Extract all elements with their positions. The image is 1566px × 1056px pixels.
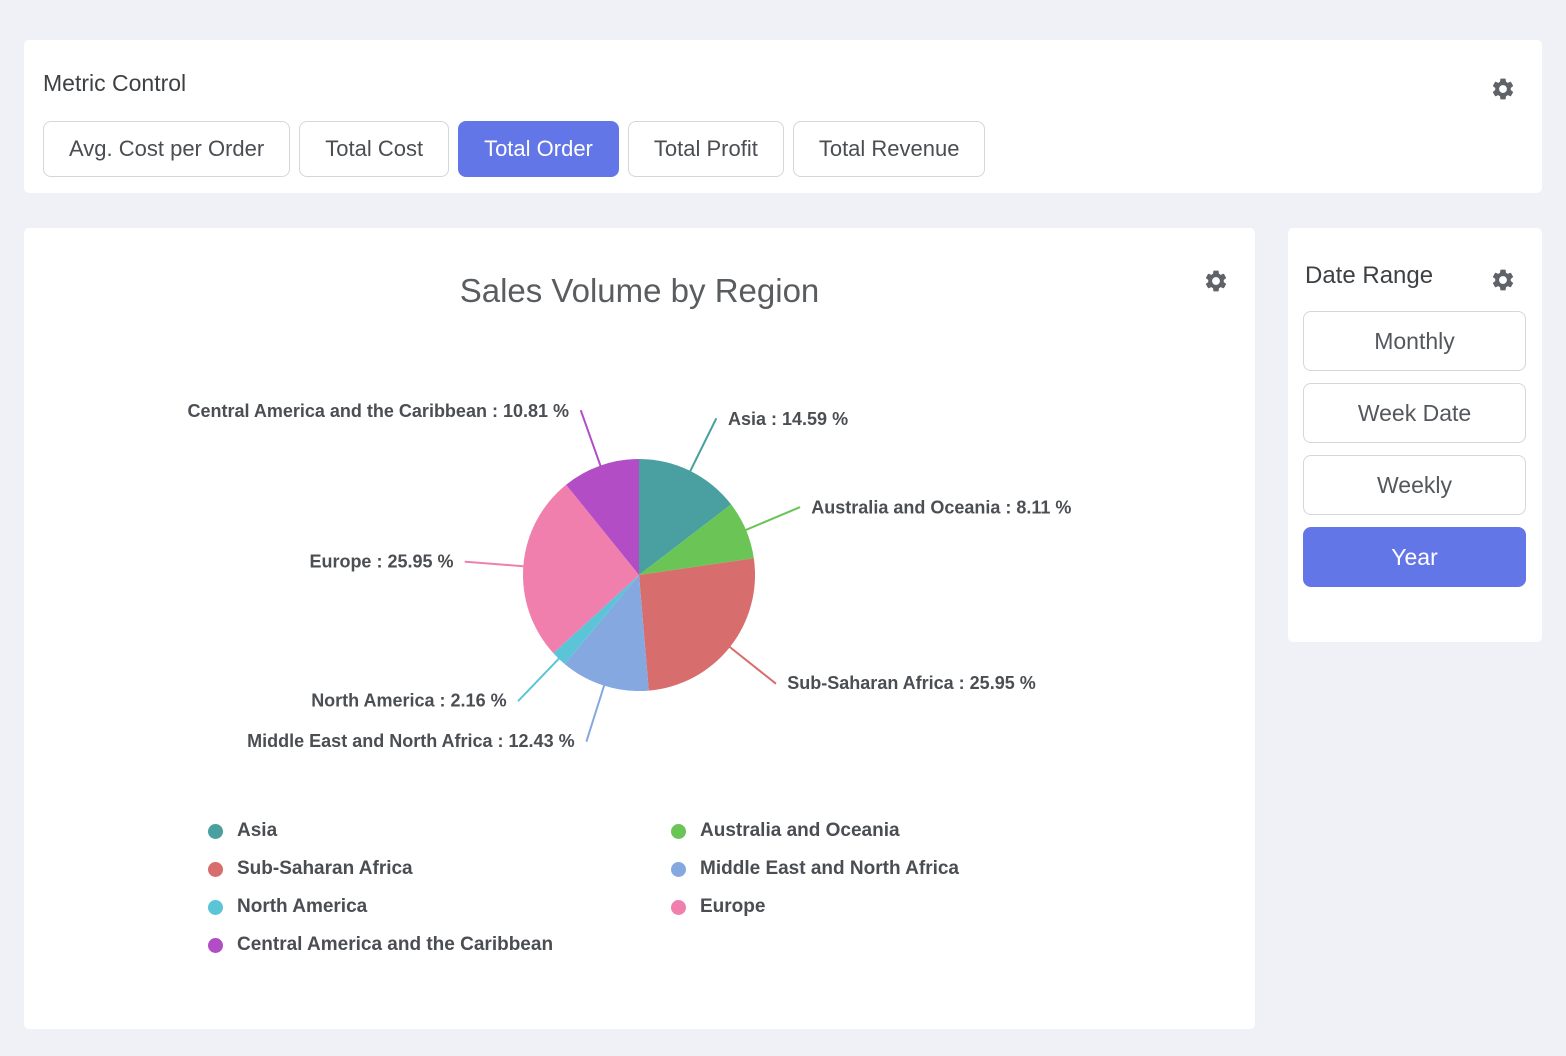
legend-label: North America	[237, 896, 367, 918]
legend-dot-icon	[671, 862, 686, 877]
pie-label-sub-saharan-africa: Sub-Saharan Africa : 25.95 %	[787, 673, 1035, 693]
legend-label: Sub-Saharan Africa	[237, 858, 413, 880]
legend-item-australia-and-oceania[interactable]: Australia and Oceania	[671, 819, 1134, 843]
date-range-panel: Date Range Monthly Week Date Weekly Year	[1288, 228, 1542, 642]
pie-leader-line-middle-east-and-north-africa	[587, 686, 605, 741]
pie-slice-sub-saharan-africa[interactable]	[639, 558, 755, 690]
metric-button-avg-cost-per-order[interactable]: Avg. Cost per Order	[43, 121, 290, 177]
legend-label: Asia	[237, 820, 277, 842]
pie-label-asia: Asia : 14.59 %	[728, 409, 848, 429]
date-range-button-year[interactable]: Year	[1303, 527, 1526, 587]
pie-leader-line-europe	[466, 562, 524, 567]
legend-label: Middle East and North Africa	[700, 858, 959, 880]
metric-buttons: Avg. Cost per OrderTotal CostTotal Order…	[43, 121, 985, 177]
legend-dot-icon	[671, 900, 686, 915]
metric-settings-gear-icon[interactable]	[1490, 76, 1516, 102]
pie-leader-line-asia	[690, 419, 716, 471]
date-range-button-monthly[interactable]: Monthly	[1303, 311, 1526, 371]
metric-button-total-cost[interactable]: Total Cost	[299, 121, 449, 177]
legend-label: Europe	[700, 896, 765, 918]
legend-dot-icon	[208, 938, 223, 953]
legend-item-middle-east-and-north-africa[interactable]: Middle East and North Africa	[671, 857, 1134, 881]
pie-label-central-america-and-the-caribbean: Central America and the Caribbean : 10.8…	[188, 401, 569, 421]
legend-item-asia[interactable]: Asia	[208, 819, 671, 843]
pie-label-europe: Europe : 25.95 %	[309, 552, 453, 572]
pie-leader-line-north-america	[519, 659, 559, 701]
pie-leader-line-australia-and-oceania	[746, 507, 799, 530]
metric-button-total-order[interactable]: Total Order	[458, 121, 619, 177]
date-range-title: Date Range	[1305, 262, 1433, 290]
pie-chart: Asia : 14.59 % Australia and Oceania : 8.…	[24, 228, 1255, 808]
date-range-buttons: Monthly Week Date Weekly Year	[1303, 311, 1526, 587]
metric-button-total-revenue[interactable]: Total Revenue	[793, 121, 986, 177]
metric-control-title: Metric Control	[43, 70, 186, 97]
dashboard-page: Metric Control Avg. Cost per OrderTotal …	[0, 0, 1566, 1056]
legend-item-europe[interactable]: Europe	[671, 895, 1134, 919]
metric-button-total-profit[interactable]: Total Profit	[628, 121, 784, 177]
legend-dot-icon	[208, 862, 223, 877]
pie-label-north-america: North America : 2.16 %	[311, 691, 506, 711]
legend-item-central-america-and-the-caribbean[interactable]: Central America and the Caribbean	[208, 933, 671, 957]
legend-item-north-america[interactable]: North America	[208, 895, 671, 919]
date-range-button-week-date[interactable]: Week Date	[1303, 383, 1526, 443]
pie-leader-line-sub-saharan-africa	[730, 647, 775, 683]
date-range-settings-gear-icon[interactable]	[1490, 267, 1516, 293]
pie-label-middle-east-and-north-africa: Middle East and North Africa : 12.43 %	[247, 731, 574, 751]
date-range-button-weekly[interactable]: Weekly	[1303, 455, 1526, 515]
chart-legend: Asia Australia and Oceania Sub-Saharan Afr…	[208, 819, 1134, 957]
pie-leader-line-central-america-and-the-caribbean	[581, 411, 600, 466]
legend-dot-icon	[208, 900, 223, 915]
legend-label: Australia and Oceania	[700, 820, 900, 842]
legend-dot-icon	[671, 824, 686, 839]
legend-item-sub-saharan-africa[interactable]: Sub-Saharan Africa	[208, 857, 671, 881]
legend-label: Central America and the Caribbean	[237, 934, 553, 956]
sales-volume-chart-panel: Sales Volume by Region Asia : 14.59 %Aus…	[24, 228, 1255, 1029]
metric-control-panel: Metric Control Avg. Cost per OrderTotal …	[24, 40, 1542, 193]
legend-dot-icon	[208, 824, 223, 839]
pie-label-australia-and-oceania: Australia and Oceania : 8.11 %	[811, 497, 1071, 517]
